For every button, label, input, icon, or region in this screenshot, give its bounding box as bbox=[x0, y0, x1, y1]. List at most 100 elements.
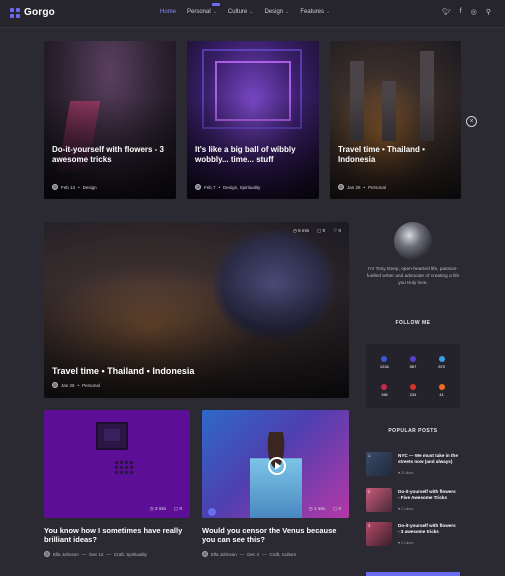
comments-count[interactable]: ▢ 0 bbox=[317, 228, 325, 234]
follow-heading: FOLLOW ME bbox=[395, 320, 431, 326]
instagram-icon bbox=[409, 355, 416, 362]
logo-text: Gorgo bbox=[24, 7, 55, 18]
site-logo[interactable]: Gorgo bbox=[10, 7, 55, 18]
post-author[interactable]: Ella Johnson bbox=[211, 552, 237, 557]
card-image bbox=[250, 432, 302, 518]
popular-likes: ♥ 3 Likes bbox=[398, 471, 414, 475]
avatar bbox=[202, 551, 208, 557]
post-category[interactable]: Personal bbox=[368, 185, 386, 190]
follow-youtube[interactable]: 234 bbox=[399, 376, 428, 404]
card-meta: Feb 13 • Design bbox=[52, 184, 97, 190]
card-meta: Jan 26 • Personal bbox=[52, 382, 100, 388]
site-header: Gorgo Home Personal ⌄ Culture ⌄ Design ⌄ Fe… bbox=[0, 0, 505, 28]
featured-card-3[interactable]: Travel time • Thailand • Indonesia Jan 2… bbox=[330, 41, 461, 199]
twitter-icon bbox=[438, 355, 445, 362]
soundcloud-icon bbox=[438, 383, 445, 390]
popular-rank: 2 bbox=[368, 489, 371, 494]
post-date: Jan 26 bbox=[347, 184, 361, 190]
reading-value: 3 min bbox=[154, 506, 166, 511]
separator: • bbox=[78, 184, 80, 190]
grid-post-image-1[interactable]: ◷ 3 min ▢ 0 bbox=[44, 410, 190, 518]
follower-count: 1234 bbox=[379, 363, 389, 369]
chevron-down-icon: ⌄ bbox=[249, 9, 254, 15]
featured-card-2[interactable]: It's like a big ball of wibbly wobbly...… bbox=[187, 41, 319, 199]
follow-pinterest[interactable]: 198 bbox=[370, 376, 399, 404]
follow-soundcloud[interactable]: 41 bbox=[427, 376, 456, 404]
card-title[interactable]: Do-it-yourself with flowers - 3 awesome … bbox=[52, 145, 170, 165]
nav-item-personal[interactable]: Personal ⌄ bbox=[187, 9, 217, 15]
post-date: Jan 26 bbox=[61, 382, 75, 388]
post-category[interactable]: Craft, Spirituality bbox=[114, 552, 147, 557]
reading-time: ◷ 5 min bbox=[292, 228, 310, 233]
card-title[interactable]: It's like a big ball of wibbly wobbly...… bbox=[195, 145, 313, 165]
separator: — bbox=[81, 551, 87, 557]
likes-count[interactable]: ♡ 0 bbox=[333, 228, 341, 234]
popular-heading: POPULAR POSTS bbox=[388, 428, 438, 434]
main-nav: Home Personal ⌄ Culture ⌄ Design ⌄ Features… bbox=[160, 3, 330, 15]
chevron-down-icon: ⌄ bbox=[326, 9, 331, 15]
post-author[interactable]: Ella Johnson bbox=[53, 552, 79, 557]
post-category[interactable]: Design bbox=[83, 185, 97, 190]
featured-card-1[interactable]: Do-it-yourself with flowers - 3 awesome … bbox=[44, 41, 176, 199]
post-date: Feb 7 bbox=[204, 184, 216, 190]
card-meta: Jan 26 • Personal bbox=[338, 184, 386, 190]
reading-time: ◷ 1 min bbox=[308, 506, 325, 511]
instagram-icon[interactable]: ◎ bbox=[471, 8, 477, 16]
follower-count: 198 bbox=[380, 391, 388, 397]
nav-item-design[interactable]: Design ⌄ bbox=[264, 9, 289, 15]
comments-count[interactable]: ▢ 0 bbox=[333, 506, 341, 512]
nav-label: Design bbox=[264, 9, 284, 15]
nav-label: Personal bbox=[187, 9, 211, 15]
sidebar-bottom-bar bbox=[366, 572, 460, 576]
popular-post[interactable]: 1 NYC — We must take in the streets now … bbox=[366, 452, 460, 480]
post-date: Dec 12 bbox=[89, 551, 104, 557]
popular-post[interactable]: 3 Do-it-yourself with flowers - 3 awesom… bbox=[366, 522, 460, 550]
nav-item-home[interactable]: Home bbox=[160, 9, 176, 15]
search-icon[interactable]: ⚲ bbox=[486, 8, 491, 16]
popular-title[interactable]: Do-it-yourself with flowers - 3 awesome … bbox=[398, 523, 458, 535]
nav-label: Features bbox=[300, 9, 325, 15]
popular-likes: ♥ 2 Likes bbox=[398, 541, 414, 545]
post-category[interactable]: Personal bbox=[82, 383, 100, 388]
separator: — bbox=[106, 551, 112, 557]
avatar bbox=[195, 184, 201, 190]
main-post-card[interactable]: ◷ 5 min ▢ 0 ♡ 0 Travel time • Thailand •… bbox=[44, 222, 349, 398]
play-icon[interactable] bbox=[268, 457, 286, 475]
follower-count: 41 bbox=[439, 391, 444, 397]
post-category[interactable]: Craft, Culture bbox=[270, 552, 297, 557]
comments-count[interactable]: ▢ 0 bbox=[174, 506, 182, 512]
twitter-icon[interactable]: 🐦︎ bbox=[442, 8, 451, 16]
nav-label: Culture bbox=[227, 9, 248, 15]
reading-value: 1 min bbox=[313, 506, 325, 511]
popular-post[interactable]: 2 Do-it-yourself with flowers - Five Awe… bbox=[366, 488, 460, 516]
author-avatar[interactable] bbox=[394, 222, 432, 260]
grid-post-image-2[interactable]: ◷ 1 min ▢ 0 bbox=[202, 410, 349, 518]
carousel-next-icon[interactable]: × bbox=[466, 116, 477, 127]
nav-new-indicator bbox=[212, 3, 220, 6]
post-category[interactable]: Design, Spirituality bbox=[223, 185, 260, 190]
post-stats: ◷ 3 min ▢ 0 bbox=[150, 506, 182, 512]
reading-value: 5 min bbox=[298, 228, 310, 233]
popular-title[interactable]: NYC — We must take in the streets now (a… bbox=[398, 453, 458, 465]
follower-count: 870 bbox=[438, 363, 445, 369]
popular-rank: 1 bbox=[368, 453, 371, 458]
card-title[interactable]: Travel time • Thailand • Indonesia bbox=[338, 145, 450, 165]
post-date: Dec 4 bbox=[247, 551, 260, 557]
popular-title[interactable]: Do-it-yourself with flowers - Five Aweso… bbox=[398, 489, 458, 501]
follower-count: 567 bbox=[409, 363, 417, 369]
grid-post-meta: Ella Johnson — Dec 4 — Craft, Culture bbox=[202, 551, 296, 557]
follow-widget: 1234 567 870 198 234 41 bbox=[366, 344, 460, 408]
pinterest-icon bbox=[381, 383, 388, 390]
nav-item-culture[interactable]: Culture ⌄ bbox=[228, 9, 254, 15]
follow-twitter[interactable]: 870 bbox=[427, 348, 456, 376]
separator: — bbox=[239, 551, 245, 557]
nav-item-features[interactable]: Features ⌄ bbox=[300, 9, 330, 15]
separator: • bbox=[363, 184, 366, 190]
separator: • bbox=[218, 184, 221, 190]
facebook-icon[interactable]: f bbox=[460, 8, 462, 16]
grid-post-title[interactable]: You know how I sometimes have really bri… bbox=[44, 526, 190, 544]
follow-instagram[interactable]: 567 bbox=[399, 348, 428, 376]
follow-facebook[interactable]: 1234 bbox=[370, 348, 399, 376]
main-post-title[interactable]: Travel time • Thailand • Indonesia bbox=[52, 366, 342, 376]
grid-post-title[interactable]: Would you censor the Venus because you c… bbox=[202, 526, 349, 544]
